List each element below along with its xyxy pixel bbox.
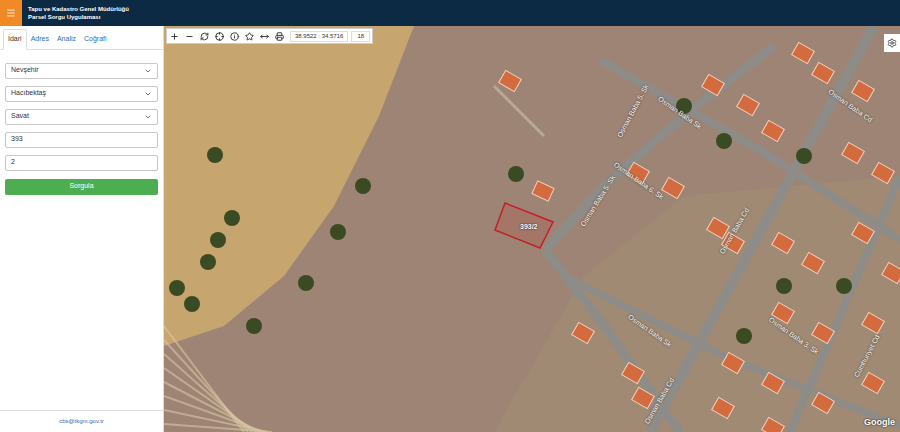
- text-field[interactable]: 2: [5, 155, 158, 171]
- map-toolbar: 38.9522 : 34.571618: [166, 28, 373, 44]
- select-field[interactable]: Savat: [5, 109, 158, 125]
- text-field[interactable]: 393: [5, 132, 158, 148]
- menu-button[interactable]: [0, 0, 22, 26]
- zoom-in-button[interactable]: [167, 29, 182, 43]
- locate-icon: [215, 32, 224, 41]
- sidebar: İdariAdresAnalizCoğrafi Nevşehir Hacıbekta…: [0, 26, 164, 432]
- measure-button[interactable]: [257, 29, 272, 43]
- menu-icon: [6, 8, 16, 18]
- select-field[interactable]: Nevşehir: [5, 63, 158, 79]
- field-value: 393: [11, 134, 23, 145]
- print-button[interactable]: [272, 29, 287, 43]
- header-titles: Tapu ve Kadastro Genel MüdürlüğüParsel S…: [22, 0, 129, 26]
- query-button[interactable]: Sorgula: [5, 179, 158, 195]
- info-button[interactable]: [227, 29, 242, 43]
- chevron-icon: [144, 67, 152, 75]
- map[interactable]: Osman Baba 5. SkOsman Baba SkOsman Baba …: [164, 26, 900, 432]
- field-value: 2: [11, 157, 15, 168]
- header-title: Tapu ve Kadastro Genel Müdürlüğü: [28, 5, 129, 13]
- field-value: Hacıbektaş: [11, 88, 46, 99]
- attribution: Google: [864, 416, 895, 430]
- tab-bar: İdariAdresAnalizCoğrafi: [0, 26, 163, 50]
- tab[interactable]: Analiz: [53, 30, 80, 49]
- tab[interactable]: Coğrafi: [80, 30, 111, 49]
- refresh-icon: [200, 32, 209, 41]
- email-link[interactable]: cbs@tkgm.gov.tr: [59, 418, 104, 424]
- coordinates: 38.9522 : 34.5716: [290, 31, 348, 42]
- select-field[interactable]: Hacıbektaş: [5, 86, 158, 102]
- gear-icon: [887, 38, 897, 48]
- query-form: Nevşehir Hacıbektaş Savat 393 2 Sorgula: [0, 50, 163, 195]
- measure-icon: [260, 32, 269, 41]
- chevron-icon: [144, 113, 152, 121]
- zoom-out-icon: [185, 32, 194, 41]
- footer: cbs@tkgm.gov.tr: [0, 410, 163, 432]
- field-value: Nevşehir: [11, 65, 39, 76]
- header-subtitle: Parsel Sorgu Uygulaması: [28, 13, 129, 21]
- favorite-icon: [245, 32, 254, 41]
- tab[interactable]: İdari: [3, 29, 27, 50]
- chevron-icon: [144, 90, 152, 98]
- zoom-level: 18: [351, 31, 370, 42]
- zoom-in-icon: [170, 32, 179, 41]
- zoom-out-button[interactable]: [182, 29, 197, 43]
- settings-button[interactable]: [884, 34, 900, 52]
- body: İdariAdresAnalizCoğrafi Nevşehir Hacıbekta…: [0, 26, 900, 432]
- refresh-button[interactable]: [197, 29, 212, 43]
- field-value: Savat: [11, 111, 29, 122]
- info-icon: [230, 32, 239, 41]
- tab[interactable]: Adres: [27, 30, 53, 49]
- parcel-label[interactable]: 393/2: [520, 222, 538, 233]
- print-icon: [275, 32, 284, 41]
- favorite-button[interactable]: [242, 29, 257, 43]
- header: Tapu ve Kadastro Genel MüdürlüğüParsel S…: [0, 0, 900, 26]
- locate-button[interactable]: [212, 29, 227, 43]
- app: Tapu ve Kadastro Genel MüdürlüğüParsel S…: [0, 0, 900, 432]
